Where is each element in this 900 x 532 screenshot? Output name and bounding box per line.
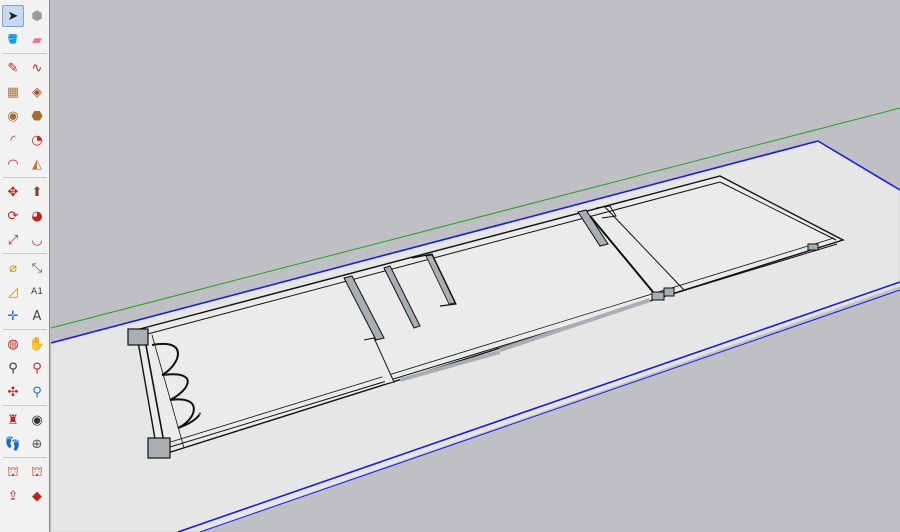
eraser-tool-icon[interactable]: ▰ — [26, 29, 48, 51]
zoom-tool-icon[interactable]: ⚲ — [2, 357, 24, 379]
arc-tool-icon[interactable]: ◜ — [2, 129, 24, 151]
move-tool-icon[interactable]: ✥ — [2, 181, 24, 203]
3d-text-tool-icon[interactable]: A — [26, 305, 48, 327]
freehand-tool-icon[interactable]: ∿ — [26, 57, 48, 79]
line-tool-icon[interactable]: ✎ — [2, 57, 24, 79]
offset-tool-icon[interactable]: ◡ — [26, 229, 48, 251]
component-tool-icon[interactable]: ⬢ — [26, 5, 48, 27]
toolbar-separator — [3, 253, 47, 254]
three-point-arc-tool-icon[interactable]: ◠ — [2, 153, 24, 175]
front-column-1 — [651, 291, 665, 301]
warehouse-tool-icon[interactable]: ⛫ — [2, 461, 24, 483]
toolbar-separator — [3, 405, 47, 406]
pan-tool-icon[interactable]: ✋ — [26, 333, 48, 355]
pie-tool-icon[interactable]: ◔ — [26, 129, 48, 151]
scene-canvas[interactable] — [51, 0, 900, 532]
column-back-left — [127, 328, 149, 346]
front-column-2 — [663, 287, 675, 297]
two-point-arc-tool-icon[interactable]: ◭ — [26, 153, 48, 175]
zoom-window-tool-icon[interactable]: ⚲ — [26, 357, 48, 379]
share-model-tool-icon[interactable]: ⇪ — [2, 485, 24, 507]
text-tool-icon[interactable]: A1 — [26, 281, 48, 303]
dimension-tool-icon[interactable]: ⤡ — [26, 257, 48, 279]
follow-me-tool-icon[interactable]: ◕ — [26, 205, 48, 227]
rotate-tool-icon[interactable]: ⟳ — [2, 205, 24, 227]
tape-measure-tool-icon[interactable]: ⌀ — [2, 257, 24, 279]
polygon-tool-icon[interactable]: ⬣ — [26, 105, 48, 127]
section-plane-tool-icon[interactable]: ⊕ — [26, 433, 48, 455]
toolbar-separator — [3, 329, 47, 330]
extension-warehouse-tool-icon[interactable]: ⛫ — [26, 461, 48, 483]
select-tool-icon[interactable]: ➤ — [2, 5, 24, 27]
tool-palette: ➤ ⬢ 🪣 ▰ ✎ ∿ ▦ ◈ ◉ ⬣ ◜ ◔ ◠ ◭ ✥ ⬆ ⟳ ◕ ⤢ ◡ ⌀ ⤡ ◿ A1 ✛ A ◍ ✋ ⚲ ⚲ ✣ ⚲ ♜ ◉ 👣 ⊕ ⛫ ⛫ ⇪… — [0, 0, 50, 532]
position-camera-tool-icon[interactable]: ♜ — [2, 409, 24, 431]
axes-tool-icon[interactable]: ✛ — [2, 305, 24, 327]
protractor-tool-icon[interactable]: ◿ — [2, 281, 24, 303]
look-around-tool-icon[interactable]: ◉ — [26, 409, 48, 431]
rotated-rectangle-tool-icon[interactable]: ◈ — [26, 81, 48, 103]
modeling-viewport[interactable] — [51, 0, 900, 532]
zoom-extents-tool-icon[interactable]: ✣ — [2, 381, 24, 403]
previous-view-tool-icon[interactable]: ⚲ — [26, 381, 48, 403]
toolbar-separator — [3, 53, 47, 54]
right-corner-column — [807, 243, 819, 251]
paint-bucket-tool-icon[interactable]: 🪣 — [2, 29, 24, 51]
circle-tool-icon[interactable]: ◉ — [2, 105, 24, 127]
push-pull-tool-icon[interactable]: ⬆ — [26, 181, 48, 203]
extension-manager-tool-icon[interactable]: ◆ — [26, 485, 48, 507]
toolbar-separator — [3, 457, 47, 458]
rectangle-tool-icon[interactable]: ▦ — [2, 81, 24, 103]
toolbar-separator — [3, 177, 47, 178]
scale-tool-icon[interactable]: ⤢ — [2, 229, 24, 251]
orbit-tool-icon[interactable]: ◍ — [2, 333, 24, 355]
column-front-left — [147, 437, 171, 459]
walk-tool-icon[interactable]: 👣 — [2, 433, 24, 455]
